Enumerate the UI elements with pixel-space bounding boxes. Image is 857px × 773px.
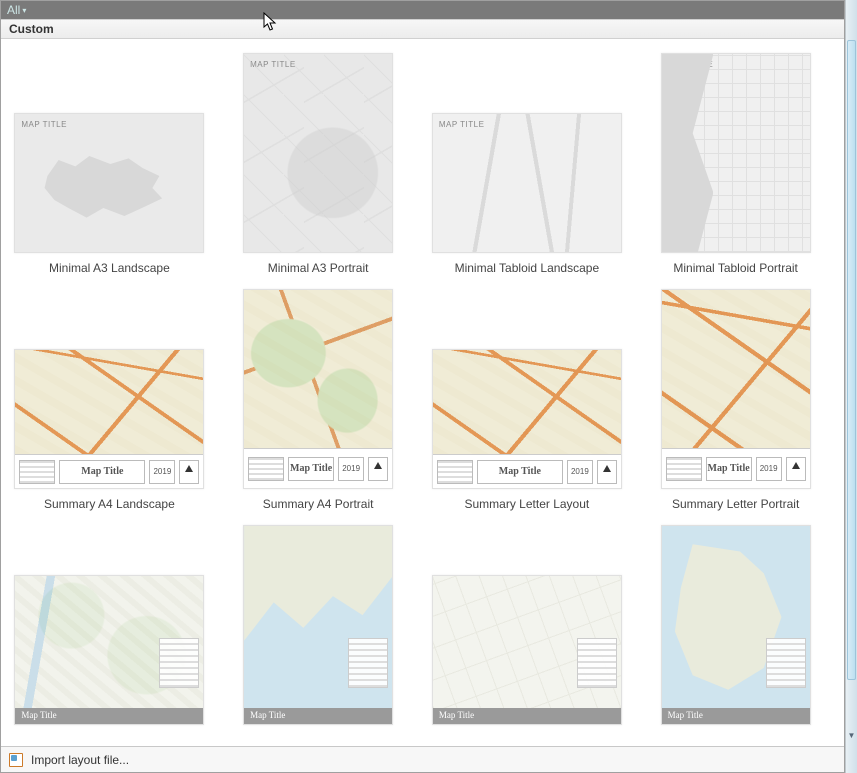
legend-overlay	[577, 638, 617, 688]
street-map-preview	[244, 290, 392, 448]
template-label: Summary Letter Layout	[465, 497, 590, 511]
import-file-icon	[9, 753, 23, 767]
template-grid: MAP TITLE Minimal A3 Landscape MAP TITLE Mi…	[1, 39, 844, 729]
summary-footer: Map Title2019	[244, 448, 392, 488]
template-thumbnail: Map Title	[432, 575, 622, 725]
scrollbar-thumb[interactable]	[847, 40, 856, 680]
template-label: Minimal Tabloid Portrait	[673, 261, 798, 275]
template-thumbnail: Map Title2019	[432, 349, 622, 489]
map-title-tag: MAP TITLE	[21, 120, 67, 129]
map-title-tag: MAP TITLE	[439, 120, 485, 129]
map-title-box: Map Title	[706, 457, 752, 481]
template-thumbnail: Map Title	[243, 525, 393, 725]
map-title-box: Map Title	[477, 460, 563, 484]
legend-icon	[19, 460, 55, 484]
north-arrow-icon	[786, 457, 806, 481]
year-box: 2019	[567, 460, 593, 484]
section-title: Custom	[9, 22, 54, 36]
summary-footer: Map Title2019	[15, 454, 203, 488]
template-thumbnail: MAP TITLE	[14, 113, 204, 253]
template-item[interactable]: Map Title2019 Summary Letter Layout	[423, 281, 632, 511]
summary-footer: Map Title2019	[433, 454, 621, 488]
template-item[interactable]: Map TitleTitle Bar Letter Landscape	[423, 517, 632, 729]
north-arrow-icon	[368, 457, 388, 481]
template-thumbnail: Map Title2019	[661, 289, 811, 489]
title-strip: Map Title	[15, 708, 203, 724]
template-grid-scroll[interactable]: MAP TITLE Minimal A3 Landscape MAP TITLE Mi…	[1, 39, 844, 729]
template-item[interactable]: Map TitleTitle Bar Letter Portrait	[631, 517, 840, 729]
map-title-box: Map Title	[59, 460, 145, 484]
template-item[interactable]: Map Title2019 Summary Letter Portrait	[631, 281, 840, 511]
scrollbar-down-icon[interactable]: ▼	[846, 729, 857, 741]
title-strip: Map Title	[662, 708, 810, 724]
template-label: Minimal A3 Portrait	[268, 261, 369, 275]
terrain-map-preview	[433, 576, 621, 708]
terrain-map-preview	[662, 526, 810, 708]
title-strip: Map Title	[244, 708, 392, 724]
year-box: 2019	[149, 460, 175, 484]
summary-footer: Map Title2019	[662, 448, 810, 488]
terrain-map-preview	[244, 526, 392, 708]
layout-gallery-panel: All ▾ Custom MAP TITLE Minimal A3 Landsca…	[0, 0, 845, 773]
street-map-preview	[433, 350, 621, 454]
street-map-preview	[15, 350, 203, 454]
legend-overlay	[766, 638, 806, 688]
template-thumbnail: MAP TITLE	[432, 113, 622, 253]
minimal-map-preview: MAP TITLE	[433, 114, 621, 252]
chevron-down-icon: ▾	[22, 6, 26, 15]
terrain-map-preview	[15, 576, 203, 708]
map-title-tag: MAP TITLE	[250, 60, 296, 69]
template-thumbnail: MAP TITLE	[243, 53, 393, 253]
template-item[interactable]: MAP TITLE Minimal Tabloid Landscape	[423, 45, 632, 275]
minimal-map-preview: MAP TITLE	[662, 54, 810, 252]
minimal-map-preview: MAP TITLE	[15, 114, 203, 252]
legend-overlay	[159, 638, 199, 688]
import-layout-label: Import layout file...	[31, 753, 129, 767]
map-title-tag: MAP TITLE	[668, 60, 714, 69]
template-item[interactable]: MAP TITLE Minimal A3 Portrait	[214, 45, 423, 275]
template-thumbnail: MAP TITLE	[661, 53, 811, 253]
title-strip: Map Title	[433, 708, 621, 724]
filter-bar[interactable]: All ▾	[1, 1, 844, 19]
template-item[interactable]: MAP TITLE Minimal A3 Landscape	[5, 45, 214, 275]
north-arrow-icon	[597, 460, 617, 484]
template-thumbnail: Map Title2019	[14, 349, 204, 489]
filter-label: All	[7, 3, 20, 17]
template-label: Summary Letter Portrait	[672, 497, 799, 511]
template-thumbnail: Map Title	[661, 525, 811, 725]
legend-icon	[437, 460, 473, 484]
template-label: Minimal Tabloid Landscape	[455, 261, 600, 275]
template-label: Summary A4 Landscape	[44, 497, 175, 511]
vertical-scrollbar[interactable]: ▼	[845, 0, 857, 773]
legend-icon	[666, 457, 702, 481]
year-box: 2019	[756, 457, 782, 481]
template-item[interactable]: Map Title2019 Summary A4 Landscape	[5, 281, 214, 511]
template-thumbnail: Map Title2019	[243, 289, 393, 489]
map-title-box: Map Title	[288, 457, 334, 481]
template-item[interactable]: MAP TITLE Minimal Tabloid Portrait	[631, 45, 840, 275]
street-map-preview	[662, 290, 810, 448]
north-arrow-icon	[179, 460, 199, 484]
import-layout-button[interactable]: Import layout file...	[1, 746, 844, 772]
minimal-map-preview: MAP TITLE	[244, 54, 392, 252]
template-thumbnail: Map Title	[14, 575, 204, 725]
template-label: Summary A4 Portrait	[263, 497, 374, 511]
legend-icon	[248, 457, 284, 481]
template-label: Minimal A3 Landscape	[49, 261, 170, 275]
legend-overlay	[348, 638, 388, 688]
section-header: Custom	[1, 19, 844, 39]
template-item[interactable]: Map Title2019 Summary A4 Portrait	[214, 281, 423, 511]
year-box: 2019	[338, 457, 364, 481]
template-item[interactable]: Map TitleTitle Bar A4 Portrait	[214, 517, 423, 729]
template-item[interactable]: Map TitleTitle Bar A4 Landscape	[5, 517, 214, 729]
